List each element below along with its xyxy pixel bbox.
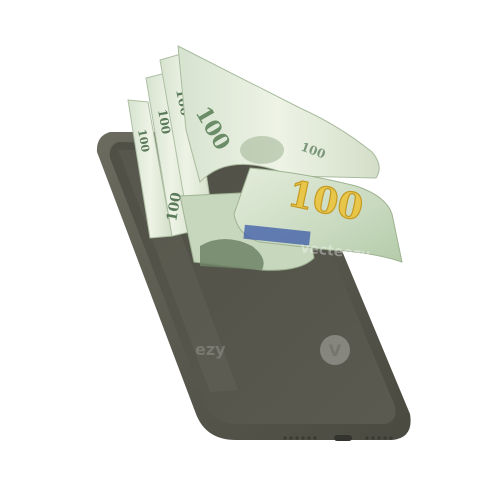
- banknote-curl: 100 100: [177, 45, 380, 183]
- charging-port: [334, 435, 352, 441]
- watermark-logo: V: [329, 341, 342, 360]
- banknotes: 100 100 100 100 100 100 100 vecteezy: [127, 45, 403, 271]
- photo-scene: V ezy 100 100 100 100 100 100 100 vectee…: [96, 45, 411, 441]
- watermark-fragment: ezy: [195, 340, 226, 359]
